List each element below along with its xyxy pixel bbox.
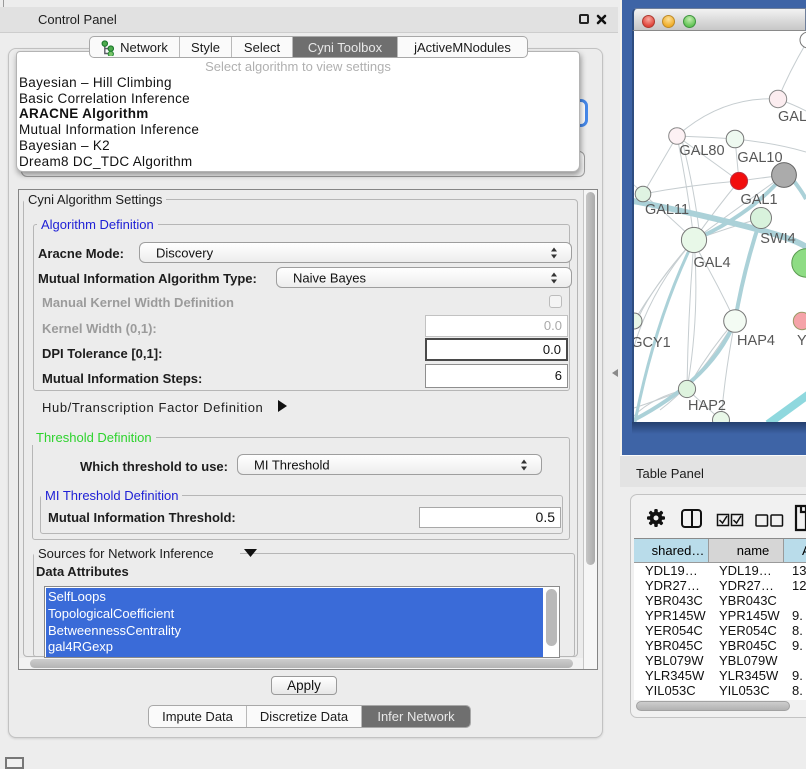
- svg-text:GAL1: GAL1: [740, 192, 777, 208]
- svg-text:GAL80: GAL80: [679, 143, 724, 159]
- svg-text:GAL10: GAL10: [737, 150, 782, 166]
- svg-text:GAL7: GAL7: [778, 109, 806, 125]
- svg-text:GAL11: GAL11: [645, 202, 689, 218]
- svg-text:GCY1: GCY1: [634, 335, 671, 351]
- svg-text:HAP2: HAP2: [688, 398, 726, 414]
- svg-text:YM: YM: [797, 333, 806, 349]
- svg-text:HAP4: HAP4: [737, 333, 775, 349]
- svg-text:GAL4: GAL4: [693, 255, 730, 271]
- svg-text:SWI4: SWI4: [760, 231, 795, 247]
